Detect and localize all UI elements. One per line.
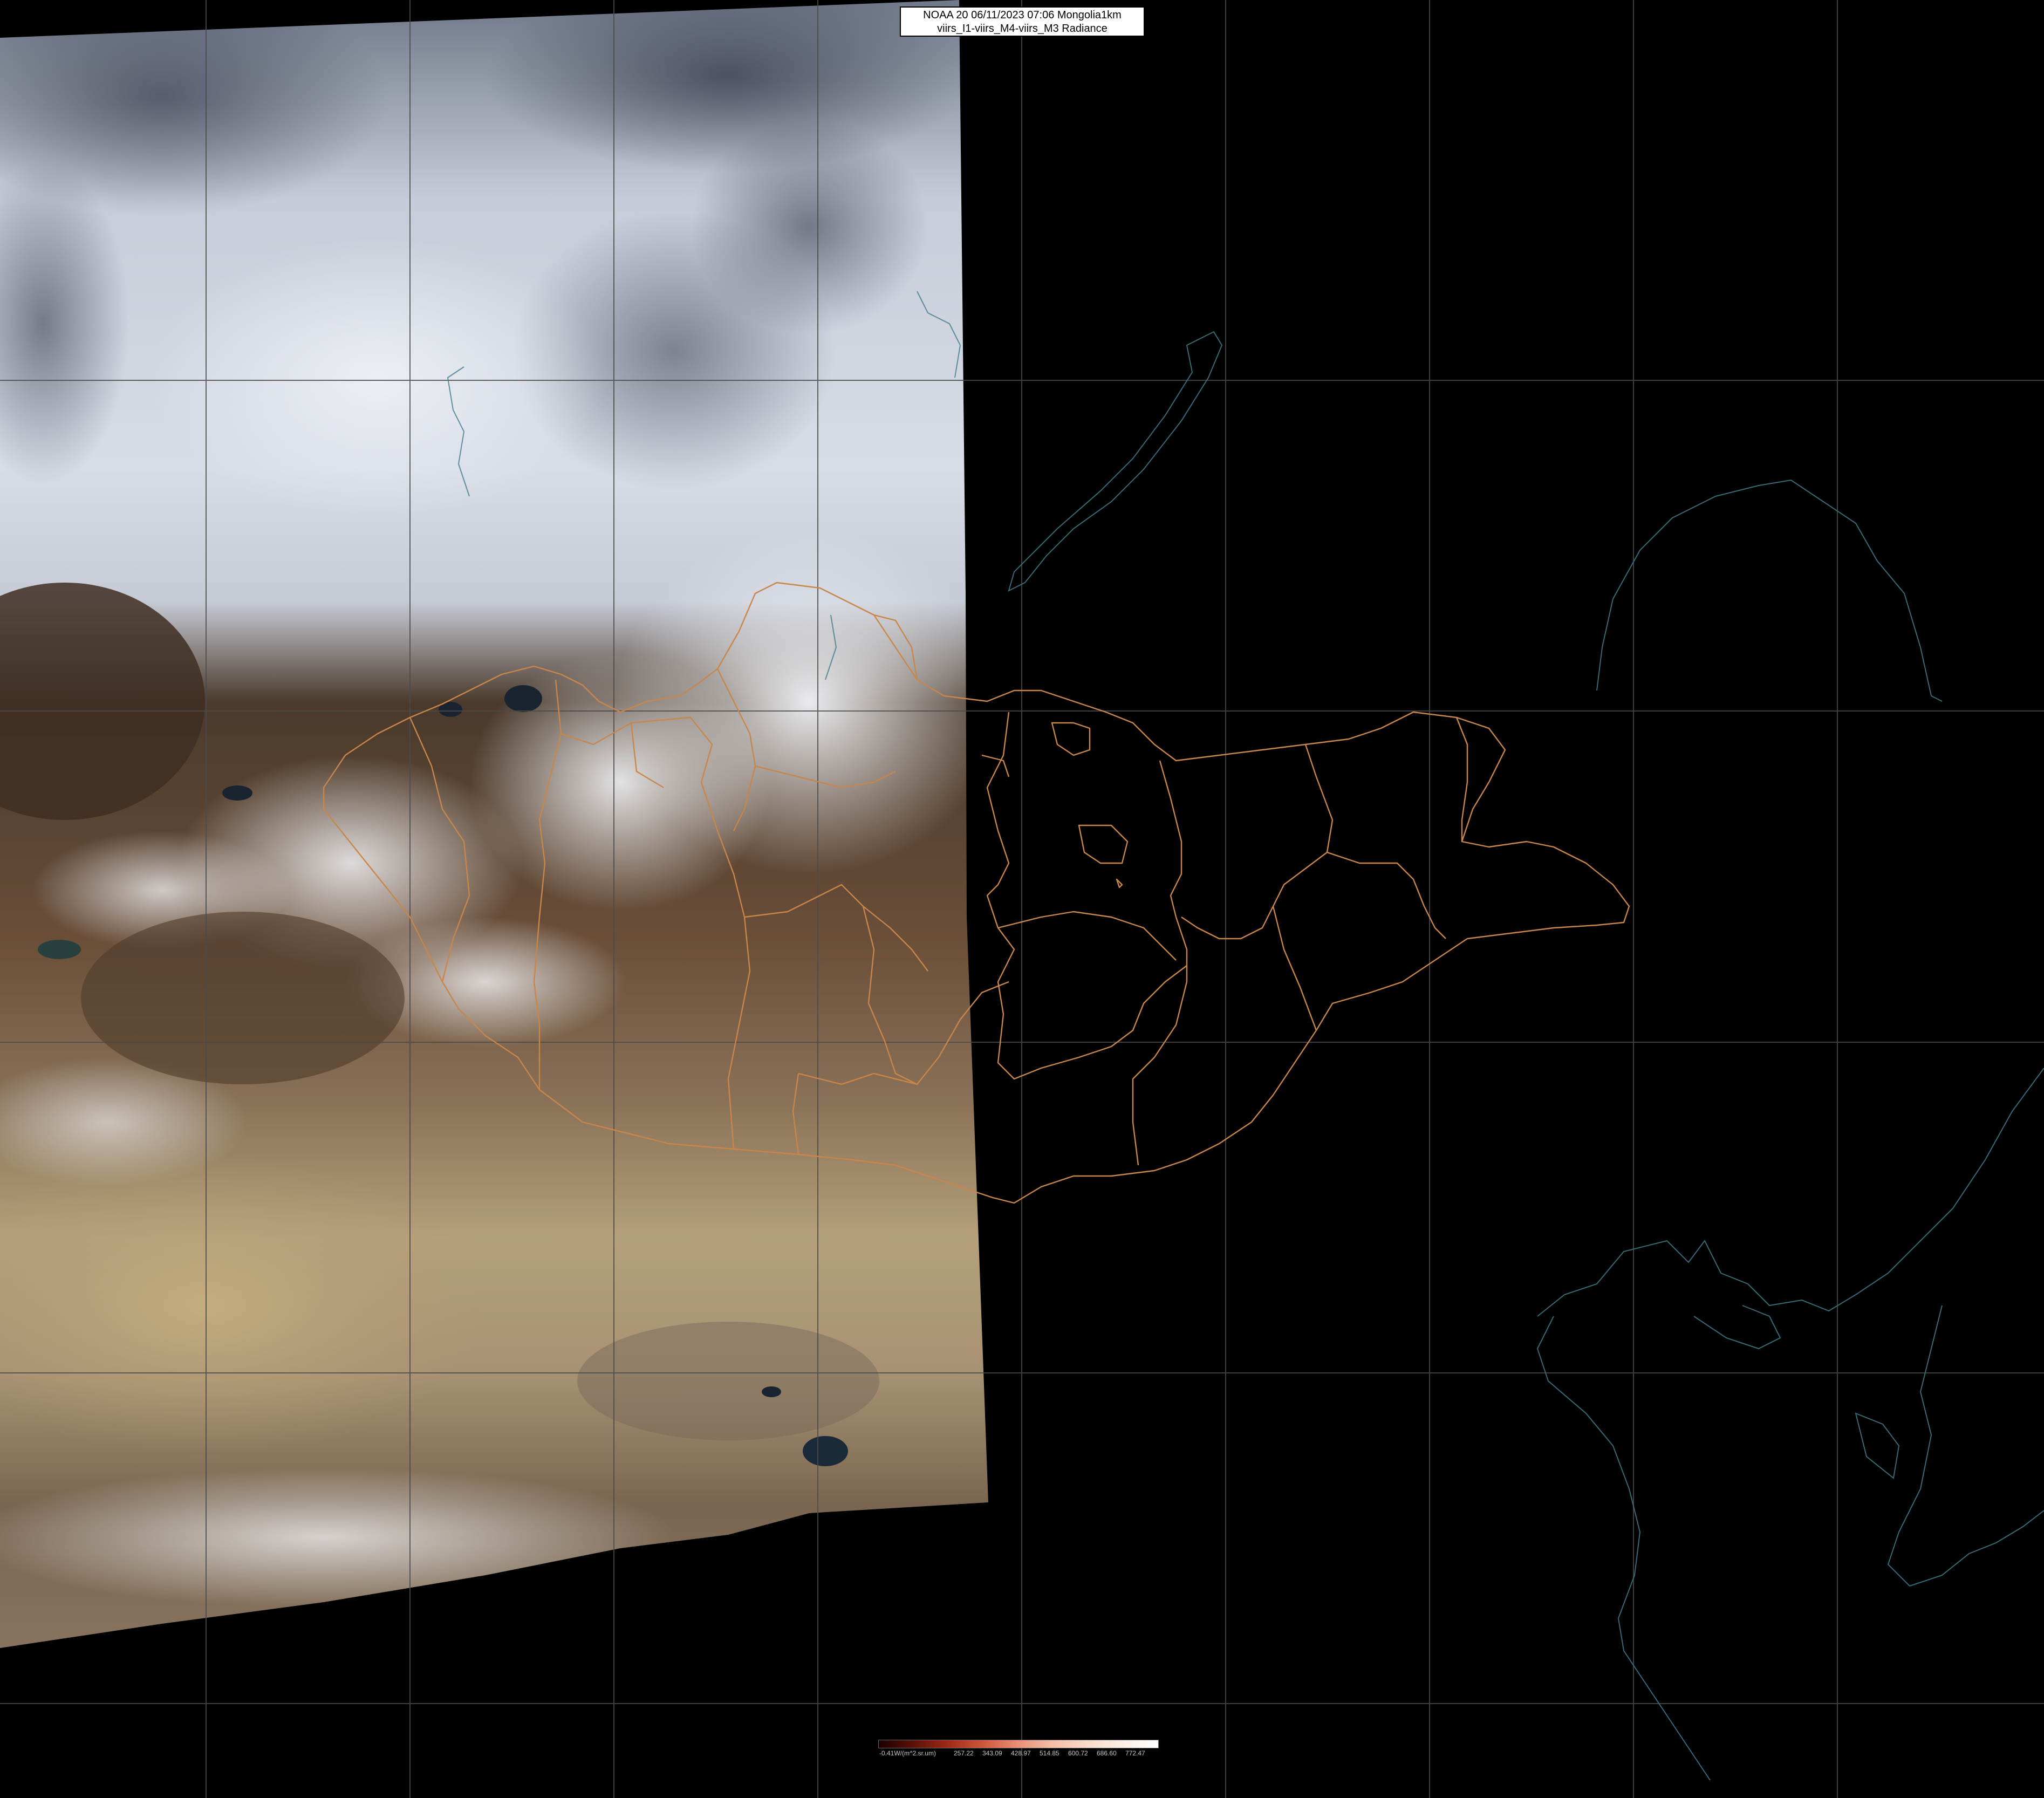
title-line-2: viirs_I1-viirs_M4-viirs_M3 Radiance	[937, 23, 1108, 35]
colorbar-unit-label: -0.41W/(m^2.sr.um)	[879, 1749, 936, 1757]
colorbar-tick: 257.22	[954, 1749, 974, 1757]
colorbar-tick: 514.85	[1040, 1749, 1059, 1757]
colorbar-labels: -0.41W/(m^2.sr.um) 257.22 343.09 428.97 …	[878, 1749, 1159, 1759]
colorbar-tick: 343.09	[982, 1749, 1002, 1757]
lake-uvs	[504, 685, 542, 712]
imagery-swath	[0, 0, 988, 1648]
colorbar-tick: 686.60	[1097, 1749, 1117, 1757]
image-title-box: NOAA 20 06/11/2023 07:06 Mongolia1km vii…	[900, 6, 1145, 37]
colorbar-tick: 428.97	[1011, 1749, 1031, 1757]
colorbar-ramp	[878, 1740, 1159, 1748]
radiance-colorbar: -0.41W/(m^2.sr.um) 257.22 343.09 428.97 …	[878, 1740, 1159, 1763]
title-line-1: NOAA 20 06/11/2023 07:06 Mongolia1km	[923, 9, 1122, 21]
colorbar-tick: 600.72	[1068, 1749, 1088, 1757]
lake-qinghai	[803, 1436, 848, 1466]
satellite-map	[0, 0, 2044, 1798]
colorbar-tick: 772.47	[1125, 1749, 1145, 1757]
